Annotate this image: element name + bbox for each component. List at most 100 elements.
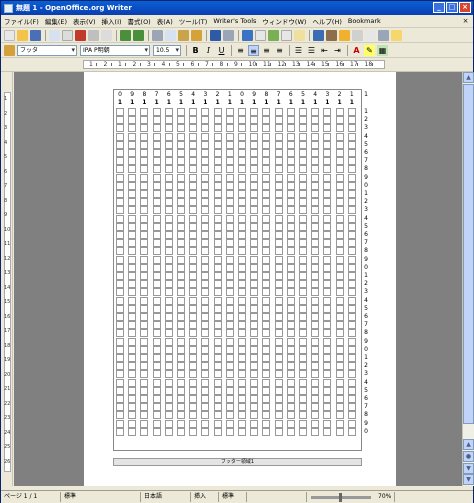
grid-cell[interactable]: [189, 116, 198, 125]
grid-cell[interactable]: [128, 247, 137, 256]
grid-cell[interactable]: [274, 247, 283, 256]
grid-cell[interactable]: [140, 239, 149, 248]
grid-cell[interactable]: [201, 157, 210, 166]
grid-cell[interactable]: [311, 132, 320, 141]
grid-cell[interactable]: [201, 419, 210, 428]
grid-cell[interactable]: [299, 427, 307, 436]
grid-cell[interactable]: [164, 165, 173, 174]
edit-file-icon[interactable]: [62, 29, 73, 41]
grid-cell[interactable]: [262, 247, 271, 256]
grid-cell[interactable]: [152, 190, 161, 198]
grid-cell[interactable]: [311, 214, 320, 223]
grid-cell[interactable]: [262, 386, 271, 395]
grid-cell[interactable]: [286, 378, 295, 387]
grid-cell[interactable]: [299, 173, 307, 182]
grid-cell[interactable]: [347, 419, 356, 428]
grid-cell[interactable]: [274, 239, 283, 248]
grid-cell[interactable]: [262, 149, 271, 157]
grid-cell[interactable]: [225, 108, 234, 116]
grid-cell[interactable]: [311, 247, 320, 256]
grid-cell[interactable]: [262, 108, 271, 116]
grid-cell[interactable]: [128, 296, 137, 305]
grid-cell[interactable]: [116, 288, 124, 297]
grid-cell[interactable]: [189, 403, 198, 412]
grid-cell[interactable]: [116, 263, 124, 272]
grid-cell[interactable]: [201, 321, 210, 330]
grid-cell[interactable]: [152, 354, 161, 362]
grid-cell[interactable]: [262, 181, 271, 190]
grid-cell[interactable]: [335, 321, 344, 330]
grid-cell[interactable]: [347, 329, 356, 338]
grid-cell[interactable]: [262, 157, 271, 166]
grid-cell[interactable]: [299, 239, 307, 248]
menu-view[interactable]: 表示(V): [73, 16, 96, 26]
grid-cell[interactable]: [164, 337, 173, 346]
grid-cell[interactable]: [262, 206, 271, 215]
grid-cell[interactable]: [225, 214, 234, 223]
grid-cell[interactable]: [225, 247, 234, 256]
grid-cell[interactable]: [201, 255, 210, 264]
grid-cell[interactable]: [323, 321, 332, 330]
grid-cell[interactable]: [299, 108, 307, 116]
grid-cell[interactable]: [335, 370, 344, 379]
grid-cell[interactable]: [213, 288, 222, 297]
grid-cell[interactable]: [274, 321, 283, 330]
grid-cell[interactable]: [140, 329, 149, 338]
grid-cell[interactable]: [213, 181, 222, 190]
grid-cell[interactable]: [213, 370, 222, 379]
grid-cell[interactable]: [152, 329, 161, 338]
grid-cell[interactable]: [299, 354, 307, 362]
grid-cell[interactable]: [177, 370, 185, 379]
grid-cell[interactable]: [250, 108, 259, 116]
grid-cell[interactable]: [189, 140, 198, 149]
grid-cell[interactable]: [299, 206, 307, 215]
grid-cell[interactable]: [323, 313, 332, 321]
status-language[interactable]: 日本語: [141, 492, 191, 502]
grid-cell[interactable]: [152, 140, 161, 149]
grid-cell[interactable]: [164, 419, 173, 428]
grid-cell[interactable]: [274, 329, 283, 338]
grid-cell[interactable]: [177, 395, 185, 403]
grid-cell[interactable]: [238, 304, 246, 313]
grid-cell[interactable]: [213, 337, 222, 346]
grid-cell[interactable]: [286, 280, 295, 289]
grid-cell[interactable]: [201, 370, 210, 379]
grid-cell[interactable]: [177, 296, 185, 305]
increase-indent-icon[interactable]: ⇥: [332, 45, 343, 56]
grid-cell[interactable]: [152, 345, 161, 354]
bold-icon[interactable]: B: [190, 45, 201, 56]
grid-cell[interactable]: [250, 214, 259, 223]
grid-cell[interactable]: [116, 149, 124, 157]
grid-cell[interactable]: [128, 116, 137, 125]
status-signature[interactable]: [247, 492, 307, 502]
grid-cell[interactable]: [189, 370, 198, 379]
grid-cell[interactable]: [347, 304, 356, 313]
grid-cell[interactable]: [323, 190, 332, 198]
grid-cell[interactable]: [189, 190, 198, 198]
grid-cell[interactable]: [225, 231, 234, 239]
grid-cell[interactable]: [152, 427, 161, 436]
grid-cell[interactable]: [140, 386, 149, 395]
grid-cell[interactable]: [347, 116, 356, 125]
grid-cell[interactable]: [274, 222, 283, 231]
grid-cell[interactable]: [213, 214, 222, 223]
grid-cell[interactable]: [164, 403, 173, 412]
grid-cell[interactable]: [128, 288, 137, 297]
grid-cell[interactable]: [213, 386, 222, 395]
grid-cell[interactable]: [323, 386, 332, 395]
grid-cell[interactable]: [201, 222, 210, 231]
grid-cell[interactable]: [250, 304, 259, 313]
grid-cell[interactable]: [311, 386, 320, 395]
grid-cell[interactable]: [116, 296, 124, 305]
grid-cell[interactable]: [177, 304, 185, 313]
grid-cell[interactable]: [164, 181, 173, 190]
grid-cell[interactable]: [225, 296, 234, 305]
grid-cell[interactable]: [262, 419, 271, 428]
grid-cell[interactable]: [299, 280, 307, 289]
grid-cell[interactable]: [152, 132, 161, 141]
grid-cell[interactable]: [250, 206, 259, 215]
grid-cell[interactable]: [213, 411, 222, 420]
grid-cell[interactable]: [335, 419, 344, 428]
grid-cell[interactable]: [311, 140, 320, 149]
grid-cell[interactable]: [335, 354, 344, 362]
